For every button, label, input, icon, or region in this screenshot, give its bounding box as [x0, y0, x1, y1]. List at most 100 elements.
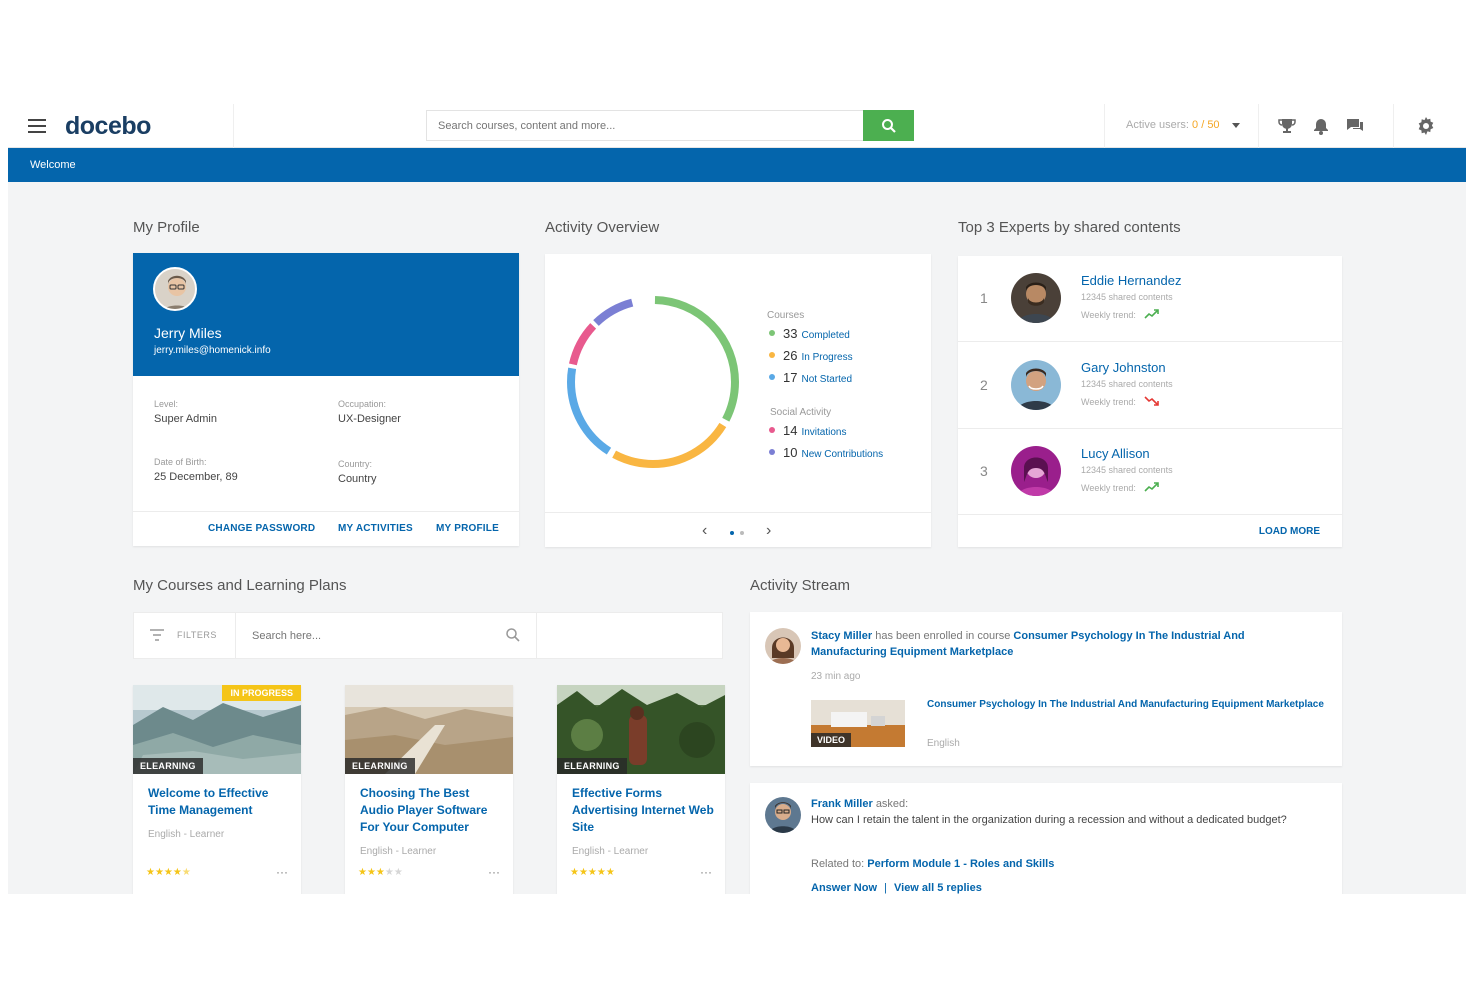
trend-down-icon — [1144, 396, 1160, 406]
top-bar: docebo Active users: 0 / 50 — [8, 104, 1466, 148]
chat-icon[interactable] — [1345, 116, 1365, 136]
course-card[interactable]: ELEARNING Choosing The Best Audio Player… — [345, 685, 513, 894]
bell-icon[interactable] — [1311, 116, 1331, 136]
activity-overview-card: Courses 33 Completed 26 In Progress 17 Not … — [545, 254, 931, 547]
active-users-value: 0 / 50 — [1192, 119, 1220, 131]
attachment-language: English — [927, 738, 960, 749]
global-search — [426, 110, 914, 141]
stream-item: Stacy Miller has been enrolled in course… — [750, 612, 1342, 766]
view-replies-link[interactable]: View all 5 replies — [894, 882, 982, 894]
filter-icon — [150, 629, 164, 641]
expert-name[interactable]: Gary Johnston — [1081, 360, 1166, 375]
profile-card: Jerry Miles jerry.miles@homenick.info Le… — [133, 253, 519, 546]
course-card[interactable]: ELEARNING Effective Forms Advertising In… — [557, 685, 725, 894]
my-activities-link[interactable]: MY ACTIVITIES — [338, 523, 413, 534]
prev-arrow-icon[interactable]: ‹ — [702, 522, 707, 540]
search-icon[interactable] — [505, 627, 521, 643]
courses-filter-bar: FILTERS — [133, 612, 723, 659]
docebo-logo[interactable]: docebo — [65, 112, 151, 141]
course-thumbnail: IN PROGRESS ELEARNING — [133, 685, 301, 774]
expert-row[interactable]: 1 Eddie Hernandez 12345 shared contents … — [958, 256, 1342, 342]
expert-weekly-trend: Weekly trend: — [1081, 482, 1160, 493]
pager-dot[interactable] — [740, 531, 744, 535]
expert-row[interactable]: 3 Lucy Allison 12345 shared contents Wee… — [958, 429, 1342, 515]
stat-in-progress[interactable]: 26 In Progress — [769, 348, 853, 363]
expert-name[interactable]: Lucy Allison — [1081, 446, 1150, 461]
search-icon — [881, 118, 896, 133]
gear-icon[interactable] — [1416, 116, 1436, 136]
rating-stars: ★★★★★ — [146, 867, 191, 878]
video-badge: VIDEO — [811, 733, 852, 747]
stat-completed[interactable]: 33 Completed — [769, 326, 850, 341]
trophy-icon[interactable] — [1277, 116, 1297, 136]
course-card[interactable]: IN PROGRESS ELEARNING Welcome to Effecti… — [133, 685, 301, 894]
avatar[interactable] — [765, 628, 801, 664]
more-options-icon[interactable]: ··· — [488, 865, 500, 879]
top-experts-title: Top 3 Experts by shared contents — [958, 219, 1181, 236]
avatar[interactable] — [1011, 360, 1061, 410]
avatar[interactable] — [765, 797, 801, 833]
active-users-dropdown[interactable]: Active users: 0 / 50 — [1126, 119, 1240, 131]
courses-search-input[interactable] — [237, 613, 497, 658]
more-options-icon[interactable]: ··· — [276, 865, 288, 879]
question-header: Frank Miller asked: — [811, 798, 909, 810]
caret-down-icon — [1231, 122, 1240, 128]
expert-shared-count: 12345 shared contents — [1081, 379, 1173, 389]
stream-user-link[interactable]: Stacy Miller — [811, 630, 872, 642]
video-thumbnail[interactable]: VIDEO — [811, 700, 905, 747]
course-thumbnail: ELEARNING — [345, 685, 513, 774]
profile-email: jerry.miles@homenick.info — [154, 345, 271, 356]
search-button[interactable] — [863, 110, 914, 141]
course-meta: English - Learner — [572, 846, 649, 857]
welcome-tab[interactable]: Welcome — [30, 159, 76, 171]
course-type-label: ELEARNING — [133, 758, 203, 774]
legend-dot — [769, 427, 775, 433]
stat-not-started[interactable]: 17 Not Started — [769, 370, 852, 385]
expert-row[interactable]: 2 Gary Johnston 12345 shared contents We… — [958, 343, 1342, 429]
related-to: Related to: Perform Module 1 - Roles and… — [811, 858, 1055, 870]
my-profile-title: My Profile — [133, 219, 200, 236]
related-module-link[interactable]: Perform Module 1 - Roles and Skills — [867, 858, 1054, 870]
more-options-icon[interactable]: ··· — [700, 865, 712, 879]
level-label: Level: — [154, 399, 179, 409]
occupation-label: Occupation: — [338, 399, 387, 409]
load-more-button[interactable]: LOAD MORE — [1259, 526, 1320, 537]
avatar[interactable] — [1011, 273, 1061, 323]
app-window: docebo Active users: 0 / 50 Welcome My P… — [8, 104, 1466, 894]
course-type-label: ELEARNING — [557, 758, 627, 774]
course-type-label: ELEARNING — [345, 758, 415, 774]
pager-dot-active[interactable] — [730, 531, 734, 535]
answer-now-link[interactable]: Answer Now — [811, 882, 877, 894]
stat-new-contributions[interactable]: 10 New Contributions — [769, 445, 883, 460]
courses-heading: Courses — [767, 310, 805, 321]
rating-stars: ★★★★★ — [358, 867, 403, 878]
search-input[interactable] — [427, 111, 863, 140]
next-arrow-icon[interactable]: › — [766, 522, 771, 540]
stream-time: 23 min ago — [811, 671, 861, 682]
welcome-bar: Welcome — [8, 148, 1466, 182]
stat-invitations[interactable]: 14 Invitations — [769, 423, 847, 438]
avatar[interactable] — [153, 267, 197, 311]
legend-dot — [769, 330, 775, 336]
course-title[interactable]: Effective Forms Advertising Internet Web… — [572, 785, 717, 836]
course-thumbnail: ELEARNING — [557, 685, 725, 774]
divider — [133, 511, 519, 512]
divider — [233, 104, 234, 148]
divider — [1104, 104, 1105, 148]
expert-rank: 1 — [980, 290, 988, 306]
change-password-link[interactable]: CHANGE PASSWORD — [208, 523, 315, 534]
course-title[interactable]: Welcome to Effective Time Management — [148, 785, 293, 819]
legend-dot — [769, 449, 775, 455]
course-title[interactable]: Choosing The Best Audio Player Software … — [360, 785, 505, 836]
filters-button[interactable]: FILTERS — [134, 613, 236, 658]
menu-icon[interactable] — [28, 119, 46, 133]
profile-name: Jerry Miles — [154, 325, 222, 341]
avatar[interactable] — [1011, 446, 1061, 496]
divider — [1393, 104, 1394, 148]
course-meta: English - Learner — [360, 846, 437, 857]
attachment-title-link[interactable]: Consumer Psychology In The Industrial An… — [927, 697, 1327, 712]
expert-shared-count: 12345 shared contents — [1081, 465, 1173, 475]
my-profile-link[interactable]: MY PROFILE — [436, 523, 499, 534]
expert-name[interactable]: Eddie Hernandez — [1081, 273, 1181, 288]
stream-user-link[interactable]: Frank Miller — [811, 798, 873, 810]
